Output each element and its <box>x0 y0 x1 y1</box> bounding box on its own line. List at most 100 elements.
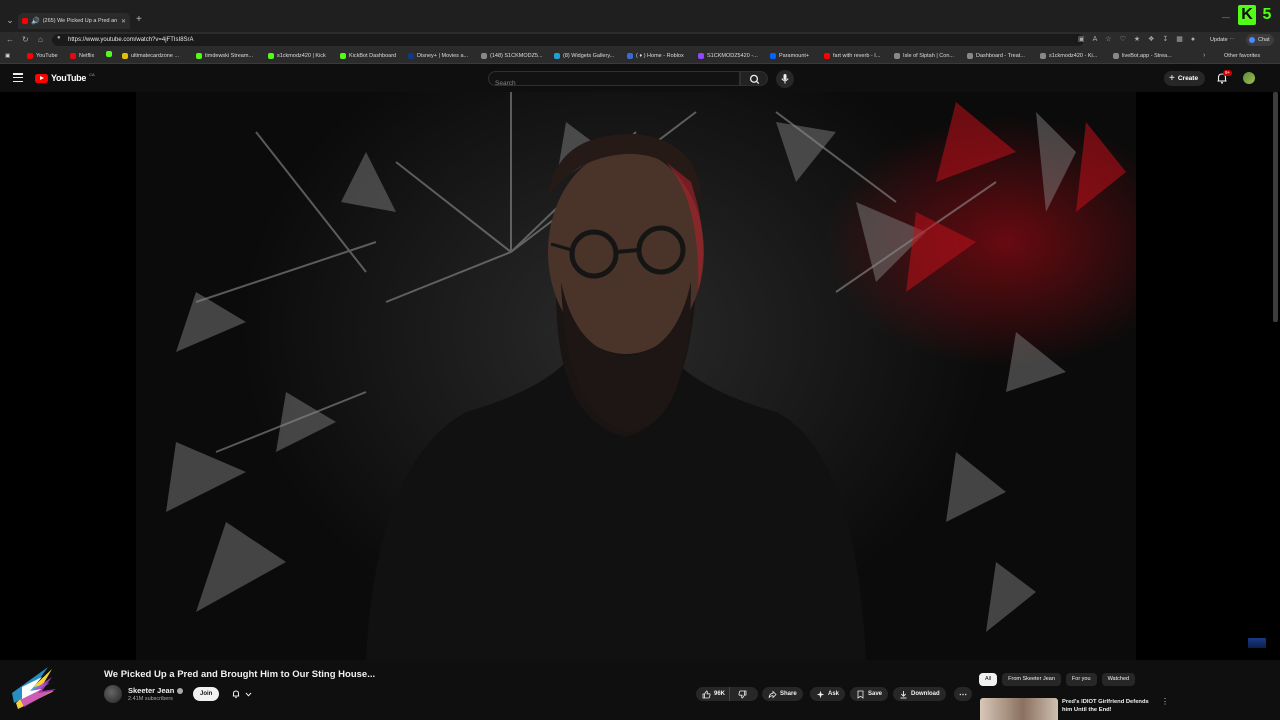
copilot-chat-button[interactable]: Chat <box>1246 34 1274 46</box>
channel-watermark-icon[interactable] <box>1248 638 1266 648</box>
channel-avatar[interactable] <box>104 685 122 703</box>
other-favorites-folder[interactable]: Other favorites <box>1224 51 1260 61</box>
menu-hamburger-icon[interactable] <box>13 73 23 83</box>
bookmark-timdewski[interactable]: timdewski Stream... <box>196 51 253 61</box>
bookmark-kickbot[interactable]: KickBot Dashboard <box>340 51 396 61</box>
ask-button[interactable]: Ask <box>810 687 846 701</box>
bookmark-s1ckmodz5[interactable]: (148) S1CKMODZ5... <box>481 51 543 61</box>
voice-search-button[interactable] <box>776 70 794 88</box>
tab-list-chevron-icon[interactable]: ⌄ <box>4 14 16 26</box>
read-aloud-icon[interactable]: A <box>1093 34 1098 46</box>
bookmark-livebot[interactable]: liveBot.app - Strea... <box>1113 51 1172 61</box>
channel-name-link[interactable]: Skeeter Jean <box>128 686 184 695</box>
bookmark-netflix[interactable]: Netflix <box>70 51 94 61</box>
sidebar-toggle-icon[interactable]: ▣ <box>5 51 10 61</box>
bookmark-extension[interactable] <box>106 51 112 57</box>
kick-icon <box>196 53 202 59</box>
youtube-play-logo-icon <box>35 73 48 83</box>
chip-watched[interactable]: Watched <box>1101 673 1136 686</box>
tab-audio-icon[interactable]: 🔊 <box>31 17 40 25</box>
join-button[interactable]: Join <box>193 687 220 701</box>
like-dislike-group: 96K <box>696 687 758 701</box>
account-avatar[interactable] <box>1243 72 1255 84</box>
window-minimize-icon[interactable]: — <box>1222 13 1230 22</box>
more-actions-icon[interactable]: ⋯ <box>954 687 972 701</box>
video-player[interactable] <box>0 92 1280 660</box>
address-bar[interactable]: ● https://www.youtube.com/watch?v=4jFTIs… <box>52 34 1084 46</box>
browser-essentials-icon[interactable]: ♡ <box>1120 34 1126 46</box>
download-button[interactable]: Download <box>893 687 946 701</box>
bookmark-disney[interactable]: Disney+ | Movies a... <box>408 51 468 61</box>
bookmark-ultimatecardzone[interactable]: ultimatecardzone ... <box>122 51 179 61</box>
bookmark-paramount[interactable]: Paramount+ <box>770 51 809 61</box>
profile-icon[interactable]: ● <box>1191 34 1195 46</box>
bookmark-fart-reverb[interactable]: fart with reverb - I... <box>824 51 880 61</box>
kick-icon <box>340 53 346 59</box>
browser-tab-active[interactable]: 🔊 (265) We Picked Up a Pred an ✕ <box>18 13 130 29</box>
sparkle-icon <box>816 690 825 698</box>
bookmark-label: ultimatecardzone ... <box>131 53 179 59</box>
bookmark-youtube[interactable]: YouTube <box>27 51 58 61</box>
bookmark-label: Disney+ | Movies a... <box>417 53 469 59</box>
chip-for-you[interactable]: For you <box>1065 673 1097 686</box>
page-scrollbar[interactable] <box>1273 92 1278 322</box>
like-button[interactable]: 96K <box>696 687 731 701</box>
tab-close-icon[interactable]: ✕ <box>121 18 126 25</box>
tab-title: (265) We Picked Up a Pred an <box>42 18 118 24</box>
recommended-video-title[interactable]: Pred's IDIOT Girlfriend Defends him Unti… <box>1062 698 1158 714</box>
recommendation-chips: All From Skeeter Jean For you Watched <box>979 673 1136 686</box>
bookmark-s1ckmodz-ki[interactable]: s1ckmodz420 - Ki... <box>1040 51 1097 61</box>
bookmark-roblox[interactable]: ( ♦ ) Home - Roblox <box>627 51 684 61</box>
chip-all[interactable]: All <box>979 673 998 686</box>
site-info-icon[interactable]: ● <box>57 35 61 41</box>
bookmark-label: Dashboard - Treat... <box>976 53 1025 59</box>
youtube-wordmark: YouTube <box>51 73 87 83</box>
bookmark-widgets[interactable]: (8) Widgets Gallery... <box>554 51 614 61</box>
recommended-video-thumbnail[interactable] <box>980 698 1058 720</box>
bookmark-dashboard-treat[interactable]: Dashboard - Treat... <box>967 51 1025 61</box>
app-available-icon[interactable]: ▣ <box>1078 34 1085 46</box>
bookmark-twitch[interactable]: S1CKMODZ5420 -... <box>698 51 758 61</box>
new-tab-plus-icon[interactable]: + <box>136 14 142 26</box>
favorite-star-icon[interactable]: ☆ <box>1105 34 1111 46</box>
bookmark-label: Isle of Siptah | Con... <box>903 53 954 59</box>
bookmarks-overflow-chevron-icon[interactable]: › <box>1203 51 1205 61</box>
widgets-icon <box>554 53 560 59</box>
url-text[interactable]: https://www.youtube.com/watch?v=4jFTIsI8… <box>68 35 194 45</box>
bookmark-isle-of-siptah[interactable]: Isle of Siptah | Con... <box>894 51 954 61</box>
dislike-button[interactable] <box>733 687 753 701</box>
browser-tabstrip: ⌄ 🔊 (265) We Picked Up a Pred an ✕ + — K… <box>0 0 1280 32</box>
globe-icon <box>967 53 973 59</box>
reload-icon[interactable]: ↻ <box>22 34 29 46</box>
home-icon[interactable]: ⌂ <box>38 34 43 46</box>
bookmark-label: s1ckmodz420 | Kick <box>277 53 326 59</box>
country-code: CA <box>89 71 95 77</box>
update-button[interactable]: Update ⋯ <box>1206 34 1239 46</box>
back-arrow-icon[interactable]: ← <box>6 34 14 46</box>
stream-overlay-logo-icon <box>12 667 56 709</box>
subscription-bell-button[interactable] <box>226 687 256 701</box>
bookmark-s1ckmodz-kick[interactable]: s1ckmodz420 | Kick <box>268 51 326 61</box>
favorites-icon[interactable]: ★ <box>1134 34 1140 46</box>
microphone-icon <box>781 74 789 84</box>
paramount-icon <box>770 53 776 59</box>
create-button[interactable]: + Create <box>1164 71 1206 86</box>
verified-check-icon <box>177 687 184 694</box>
globe-icon <box>481 53 487 59</box>
extensions-icon[interactable]: ❖ <box>1148 34 1154 46</box>
youtube-logo[interactable]: YouTube CA <box>35 71 95 83</box>
share-button[interactable]: Share <box>762 687 803 701</box>
search-input[interactable] <box>489 77 739 90</box>
bell-icon <box>232 690 239 699</box>
search-button[interactable] <box>740 71 768 86</box>
chip-from-channel[interactable]: From Skeeter Jean <box>1002 673 1061 686</box>
share-label: Share <box>780 691 797 697</box>
recommended-video-menu-icon[interactable]: ⋮ <box>1161 698 1169 706</box>
share-arrow-icon <box>768 690 777 698</box>
downloads-icon[interactable]: ↧ <box>1162 34 1168 46</box>
kick-logo-number: 5 <box>1262 6 1272 23</box>
collections-icon[interactable]: ▦ <box>1176 34 1183 46</box>
download-label: Download <box>911 691 940 697</box>
video-frame[interactable] <box>136 92 1136 660</box>
save-button[interactable]: Save <box>850 687 889 701</box>
